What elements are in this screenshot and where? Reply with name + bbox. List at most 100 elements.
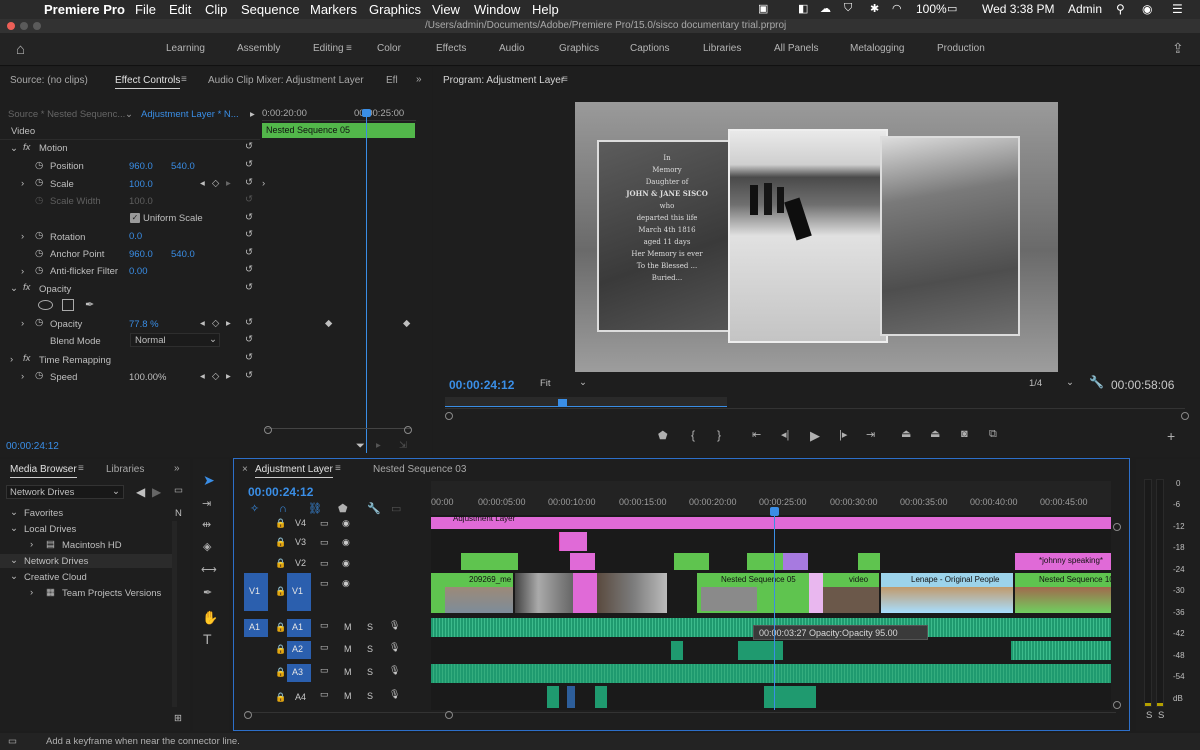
motion-twirl-icon[interactable]: ⌄ bbox=[10, 143, 18, 154]
home-icon[interactable]: ⌂ bbox=[16, 42, 25, 57]
menu-file[interactable]: File bbox=[135, 2, 156, 17]
play-audio-icon[interactable]: ▸ bbox=[376, 440, 381, 451]
rectangle-mask-icon[interactable] bbox=[62, 299, 74, 311]
track-label-v4[interactable]: V4 bbox=[295, 518, 306, 528]
sync-lock-icon[interactable]: ▭ bbox=[320, 558, 329, 569]
lock-icon[interactable]: 🔒 bbox=[275, 644, 286, 655]
tab-source[interactable]: Source: (no clips) bbox=[10, 75, 88, 86]
prev-keyframe-icon[interactable]: ◂ bbox=[200, 318, 205, 329]
track-target-a2[interactable]: A2 bbox=[287, 641, 311, 659]
lock-icon[interactable]: 🔒 bbox=[275, 558, 286, 569]
tab-libraries[interactable]: Libraries bbox=[106, 464, 144, 475]
sync-lock-icon[interactable]: ▭ bbox=[320, 665, 329, 676]
mic-icon[interactable]: 🎙 bbox=[389, 689, 400, 700]
menu-markers[interactable]: Markers bbox=[310, 2, 357, 17]
add-marker-icon[interactable]: ⬟ bbox=[338, 504, 348, 515]
source-patch-a1[interactable]: A1 bbox=[244, 619, 268, 637]
mute-button[interactable]: M bbox=[344, 622, 352, 632]
clip-johnny[interactable]: *johnny speaking* bbox=[1015, 553, 1111, 570]
tree-creative-cloud[interactable]: Creative Cloud bbox=[24, 572, 87, 583]
reset-icon[interactable]: ↺ bbox=[245, 141, 253, 152]
menu-help[interactable]: Help bbox=[532, 2, 559, 17]
next-keyframe-icon[interactable]: ▸ bbox=[226, 318, 231, 329]
stopwatch-icon[interactable]: ◷ bbox=[35, 265, 43, 276]
audio-clip-a2[interactable] bbox=[738, 641, 783, 660]
clip-v3[interactable] bbox=[559, 532, 587, 551]
reset-icon[interactable]: ↺ bbox=[245, 334, 253, 345]
slip-tool-icon[interactable]: ⟷ bbox=[201, 565, 217, 576]
back-arrow-icon[interactable]: ◀ bbox=[136, 485, 145, 499]
reset-icon[interactable]: ↺ bbox=[245, 159, 253, 170]
source-patch-v1[interactable]: V1 bbox=[244, 573, 268, 611]
lock-icon[interactable]: 🔒 bbox=[275, 518, 286, 529]
scroll-handle-right[interactable] bbox=[1181, 412, 1189, 420]
sync-lock-icon[interactable]: ▭ bbox=[320, 620, 329, 631]
clip-209269[interactable]: 209269_me bbox=[445, 573, 513, 613]
reset-icon[interactable]: ↺ bbox=[245, 282, 253, 293]
play-icon[interactable]: ▶ bbox=[810, 429, 820, 442]
solo-left-button[interactable]: S bbox=[1146, 710, 1152, 721]
scale-expand-icon[interactable]: › bbox=[262, 178, 265, 189]
workspace-all-panels[interactable]: All Panels bbox=[774, 43, 818, 54]
audio-clip-a4[interactable] bbox=[547, 686, 559, 708]
scroll-handle-left[interactable] bbox=[445, 412, 453, 420]
linked-selection-icon[interactable]: ⛓ bbox=[308, 504, 322, 515]
wrench-icon[interactable]: 🔧 bbox=[1089, 375, 1104, 389]
prev-keyframe-icon[interactable]: ◂ bbox=[200, 371, 205, 382]
pen-tool-icon[interactable]: ✒ bbox=[203, 588, 212, 599]
extract-icon[interactable]: ⏏ bbox=[930, 429, 940, 440]
clip-v1-start[interactable] bbox=[431, 573, 445, 613]
effect-mini-ruler[interactable]: 0:00:20:00 00:00:25:00 bbox=[262, 107, 416, 121]
timeline-playhead[interactable] bbox=[774, 515, 775, 710]
track-target-a1[interactable]: A1 bbox=[287, 619, 311, 637]
menu-edit[interactable]: Edit bbox=[169, 2, 191, 17]
scroll-handle-right[interactable] bbox=[1113, 701, 1121, 709]
tab-adjustment-layer[interactable]: Adjustment Layer bbox=[255, 464, 333, 478]
effect-zoom-scrollbar[interactable] bbox=[266, 428, 411, 434]
notification-icon[interactable]: ☰ bbox=[1172, 2, 1183, 16]
next-keyframe-icon[interactable]: ▸ bbox=[226, 371, 231, 382]
battery-label[interactable]: 100% bbox=[916, 2, 947, 16]
shield-icon[interactable]: ⛉ bbox=[844, 2, 852, 15]
creative-cloud-icon[interactable]: ☁ bbox=[820, 2, 831, 15]
stopwatch-active-icon[interactable]: ◷ bbox=[35, 317, 43, 328]
go-to-in-icon[interactable]: ⇤ bbox=[752, 430, 761, 441]
export-icon[interactable]: ⇲ bbox=[399, 440, 407, 451]
mic-icon[interactable]: 🎙 bbox=[389, 620, 400, 631]
sync-lock-icon[interactable]: ▭ bbox=[320, 578, 329, 589]
clip-video[interactable]: video bbox=[823, 573, 879, 613]
sync-lock-icon[interactable]: ▭ bbox=[320, 689, 329, 700]
tree-twirl-icon[interactable]: ⌄ bbox=[10, 507, 18, 518]
audio-clip-a2[interactable] bbox=[671, 641, 683, 660]
add-keyframe-icon[interactable]: ◇ bbox=[212, 318, 219, 329]
fx-icon[interactable]: fx bbox=[23, 142, 30, 153]
program-title[interactable]: Program: Adjustment Layer bbox=[443, 75, 564, 86]
track-select-icon[interactable]: ⇥ bbox=[202, 499, 211, 510]
program-video-frame[interactable]: In Memory Daughter of JOHN & JANE SISCO … bbox=[575, 102, 1058, 372]
track-area[interactable]: Adjustment Layer *johnny speaking* 20926… bbox=[431, 515, 1111, 710]
add-keyframe-icon[interactable]: ◇ bbox=[212, 371, 219, 382]
effect-playhead[interactable] bbox=[366, 111, 367, 453]
opacity-twirl-icon[interactable]: ⌄ bbox=[10, 283, 18, 294]
track-target-v1[interactable]: V1 bbox=[287, 573, 311, 611]
blend-mode-select[interactable]: Normal ⌄ bbox=[130, 333, 220, 347]
panel-overflow-icon[interactable]: » bbox=[416, 74, 422, 85]
anchor-y-field[interactable]: 540.0 bbox=[171, 249, 195, 260]
target-select[interactable]: Adjustment Layer * N... bbox=[141, 109, 239, 120]
lock-icon[interactable]: 🔒 bbox=[275, 537, 286, 548]
minimize-window-icon[interactable] bbox=[20, 22, 28, 30]
compare-icon[interactable]: ⧉ bbox=[989, 429, 997, 440]
lock-icon[interactable]: 🔒 bbox=[275, 667, 286, 678]
speed-twirl-icon[interactable]: › bbox=[21, 371, 24, 382]
list-settings-icon[interactable]: ⊞ bbox=[174, 713, 182, 724]
reset-icon[interactable]: ↺ bbox=[245, 370, 253, 381]
sync-lock-icon[interactable]: ▭ bbox=[320, 537, 329, 548]
resolution-select[interactable]: 1/4 ⌄ bbox=[1026, 377, 1078, 391]
close-tab-icon[interactable]: × bbox=[242, 464, 248, 475]
mic-icon[interactable]: 🎙 bbox=[389, 665, 400, 676]
workspace-libraries[interactable]: Libraries bbox=[703, 43, 741, 54]
clip-v2[interactable] bbox=[570, 553, 595, 570]
mark-in-icon[interactable]: { bbox=[691, 429, 695, 441]
step-forward-icon[interactable]: |▸ bbox=[839, 430, 847, 441]
anchor-x-field[interactable]: 960.0 bbox=[129, 249, 153, 260]
